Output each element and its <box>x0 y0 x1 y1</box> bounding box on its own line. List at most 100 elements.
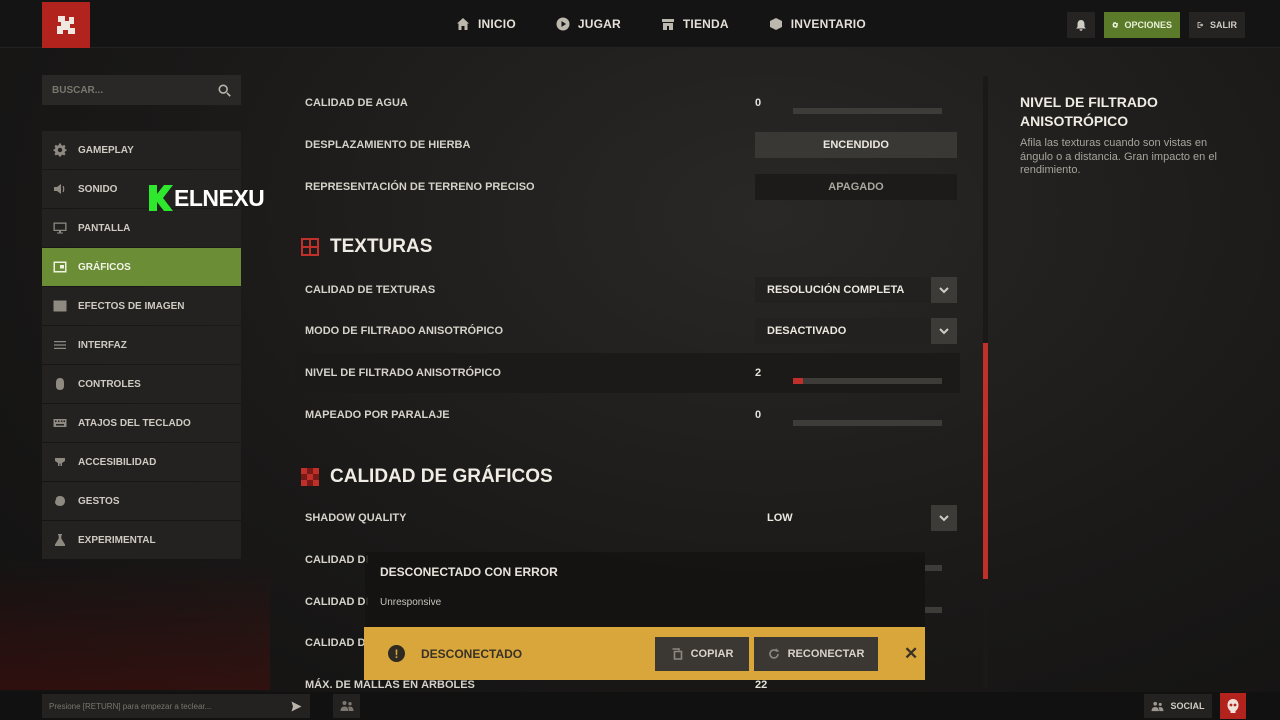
inventory-icon <box>769 18 782 30</box>
logo-icon <box>57 16 75 34</box>
send-icon[interactable] <box>291 701 302 712</box>
calidad-texturas-dropdown[interactable]: RESOLUCIÓN COMPLETA <box>755 277 957 303</box>
setting-desplazamiento-hierba: DESPLAZAMIENTO DE HIERBA ENCENDIDO <box>295 125 960 165</box>
nav-inicio[interactable]: INICIO <box>456 17 516 31</box>
nivel-filtrado-slider[interactable] <box>793 378 942 384</box>
reconectar-button[interactable]: RECONECTAR <box>754 637 878 671</box>
flask-icon <box>55 534 65 546</box>
scrollbar-thumb[interactable] <box>983 343 988 579</box>
decorative-shade <box>0 560 270 690</box>
search-box <box>42 75 241 105</box>
opciones-label: OPCIONES <box>1124 20 1172 30</box>
opciones-button[interactable]: OPCIONES <box>1104 12 1180 38</box>
copy-icon <box>672 648 682 660</box>
sidebar-item-label: GESTOS <box>78 495 120 507</box>
setting-label: MAPEADO POR PARALAJE <box>305 409 450 421</box>
sidebar-item-label: PANTALLA <box>78 222 131 234</box>
sidebar-item-atajos-teclado[interactable]: ATAJOS DEL TECLADO <box>42 404 241 442</box>
setting-shadow-quality: SHADOW QUALITY LOW <box>295 498 960 538</box>
chevron-down-icon[interactable] <box>931 318 957 344</box>
nav-tienda[interactable]: TIENDA <box>661 17 729 31</box>
salir-label: SALIR <box>1210 20 1237 30</box>
setting-label: SHADOW QUALITY <box>305 512 407 524</box>
desplazamiento-hierba-toggle[interactable]: ENCENDIDO <box>755 132 957 158</box>
copiar-button[interactable]: COPIAR <box>655 637 749 671</box>
refresh-icon <box>768 648 779 659</box>
gesture-icon <box>55 496 65 506</box>
image-icon <box>53 300 67 312</box>
nav-jugar[interactable]: JUGAR <box>556 17 621 31</box>
sidebar-item-gestos[interactable]: GESTOS <box>42 482 241 520</box>
chevron-down-icon[interactable] <box>931 505 957 531</box>
sidebar-item-gameplay[interactable]: GAMEPLAY <box>42 131 241 169</box>
sidebar-item-label: SONIDO <box>78 183 118 195</box>
channel-watermark: ELNEXU <box>148 184 265 212</box>
rust-logo[interactable] <box>42 2 90 48</box>
modo-filtrado-dropdown[interactable]: DESACTIVADO <box>755 318 957 344</box>
team-button[interactable] <box>333 694 360 718</box>
speaker-icon <box>54 184 65 194</box>
nav-label: INVENTARIO <box>790 17 866 31</box>
setting-value: 2 <box>755 367 762 379</box>
sidebar-item-label: ACCESIBILIDAD <box>78 456 157 468</box>
setting-label: DESPLAZAMIENTO DE HIERBA <box>305 139 471 151</box>
search-icon[interactable] <box>218 84 231 97</box>
sidebar-item-pantalla[interactable]: PANTALLA <box>42 209 241 247</box>
watermark-text: ELNEXU <box>174 184 265 211</box>
social-button[interactable]: SOCIAL <box>1144 694 1212 718</box>
store-icon <box>661 19 674 30</box>
avatar-icon <box>1227 699 1239 713</box>
setting-label: REPRESENTACIÓN DE TERRENO PRECISO <box>305 181 535 193</box>
sidebar-item-controles[interactable]: CONTROLES <box>42 365 241 403</box>
setting-calidad-texturas: CALIDAD DE TEXTURAS RESOLUCIÓN COMPLETA <box>295 270 960 310</box>
setting-value: 0 <box>755 409 762 421</box>
sidebar-item-experimental[interactable]: EXPERIMENTAL <box>42 521 241 559</box>
people-icon <box>1152 701 1164 711</box>
setting-label: CALIDAD DI <box>305 596 369 608</box>
team-icon <box>340 701 353 711</box>
warning-icon: ! <box>388 645 405 662</box>
error-subtitle: Unresponsive <box>380 597 442 608</box>
section-title: TEXTURAS <box>330 236 433 257</box>
description-title: NIVEL DE FILTRADO ANISOTRÓPICO <box>1020 94 1158 129</box>
dropdown-value: RESOLUCIÓN COMPLETA <box>767 284 905 296</box>
exit-icon <box>1197 22 1204 28</box>
sidebar-item-label: EXPERIMENTAL <box>78 534 156 546</box>
setting-label: CALIDAD DE TEXTURAS <box>305 284 436 296</box>
avatar[interactable] <box>1220 693 1246 719</box>
sidebar-item-interfaz[interactable]: INTERFAZ <box>42 326 241 364</box>
disconnect-alert: ! DESCONECTADO COPIAR RECONECTAR ✕ <box>364 627 925 680</box>
mouse-icon <box>56 378 64 390</box>
setting-value: 0 <box>755 97 762 109</box>
chevron-down-icon[interactable] <box>931 277 957 303</box>
calidad-agua-slider[interactable] <box>793 108 942 114</box>
section-calidad-graficos: CALIDAD DE GRÁFICOS <box>300 466 553 488</box>
terreno-preciso-toggle[interactable]: APAGADO <box>755 174 957 200</box>
error-popup: DESCONECTADO CON ERROR Unresponsive <box>365 552 925 632</box>
sidebar-item-graficos[interactable]: GRÁFICOS <box>42 248 241 286</box>
shadow-quality-dropdown[interactable]: LOW <box>755 505 957 531</box>
grid-icon <box>301 238 319 256</box>
sidebar-item-accesibilidad[interactable]: ACCESIBILIDAD <box>42 443 241 481</box>
watermark-k-logo-icon <box>148 184 174 212</box>
monitor-icon <box>53 222 67 234</box>
sidebar-item-label: INTERFAZ <box>78 339 127 351</box>
keyboard-icon <box>53 419 67 427</box>
calidad-row-2-slider[interactable] <box>925 607 942 613</box>
salir-button[interactable]: SALIR <box>1189 12 1245 38</box>
chat-input[interactable] <box>49 701 291 711</box>
calidad-row-1-slider[interactable] <box>925 565 942 571</box>
notifications-button[interactable] <box>1067 12 1095 38</box>
close-icon[interactable]: ✕ <box>904 644 918 664</box>
nav-inventario[interactable]: INVENTARIO <box>769 17 866 31</box>
setting-mapeado-paralaje: MAPEADO POR PARALAJE 0 <box>295 395 960 435</box>
setting-terreno-preciso: REPRESENTACIÓN DE TERRENO PRECISO APAGAD… <box>295 167 960 207</box>
section-title: CALIDAD DE GRÁFICOS <box>330 466 553 487</box>
sidebar-item-label: CONTROLES <box>78 378 141 390</box>
mapeado-paralaje-slider[interactable] <box>793 420 942 426</box>
copiar-label: COPIAR <box>690 648 734 660</box>
sidebar-item-efectos-imagen[interactable]: EFECTOS DE IMAGEN <box>42 287 241 325</box>
search-input[interactable] <box>52 84 218 96</box>
bell-icon <box>1076 20 1086 31</box>
top-right-controls: OPCIONES SALIR <box>1067 12 1245 38</box>
